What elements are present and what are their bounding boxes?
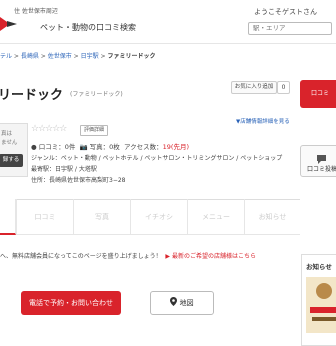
breadcrumb-item[interactable]: 日宇駅 xyxy=(81,53,99,60)
store-address: 住所：長崎県佐世保市高梨町3−28 xyxy=(31,177,126,184)
sidebar-news-title: お知らせ xyxy=(306,263,332,271)
store-title: リードック xyxy=(0,88,64,103)
tab-news[interactable]: お知らせ xyxy=(244,199,300,235)
map-button[interactable]: 地図 xyxy=(150,291,214,315)
tab-photos[interactable]: 写真 xyxy=(73,199,130,235)
header-divider xyxy=(0,43,336,44)
nearest-station: 最寄駅：日宇駅 / 大塔駅 xyxy=(31,166,97,173)
site-region: 住 佐世保市周辺 xyxy=(14,8,58,15)
store-genre: ジャンル：ペット・動物 / ペットホテル / ペットサロン・トリミングサロン /… xyxy=(31,155,283,162)
rating-stars: ☆☆☆☆☆ xyxy=(31,124,67,134)
photo-count[interactable]: 📷 写真：0枚 xyxy=(80,143,120,151)
post-review-button[interactable]: 口コミ投稿 xyxy=(300,145,336,177)
tab-reviews[interactable]: 口コミ xyxy=(16,199,73,235)
breadcrumb: テル > 長崎県 > 佐世保市 > 日宇駅 > ファミリードック xyxy=(0,53,156,60)
owner-notice: へ、無料店舗会員になってこのページを盛り上げましょう！ ▶ 最新のご希望の店舗様… xyxy=(0,251,256,260)
tab-top[interactable] xyxy=(0,199,16,235)
welcome-text: ようこそゲストさん xyxy=(254,8,317,16)
tab-recommend[interactable]: イチオシ xyxy=(130,199,187,235)
breadcrumb-item[interactable]: 長崎県 xyxy=(21,53,39,60)
tab-menu[interactable]: メニュー xyxy=(187,199,244,235)
notice-link[interactable]: ▶ 最新のご希望の店舗様はこちら xyxy=(165,253,256,260)
store-stats: ● 口コミ：0件 📷 写真：0枚 アクセス数：19(先月) xyxy=(31,141,189,151)
breadcrumb-item[interactable]: テル xyxy=(0,53,12,60)
rating-detail-button[interactable]: 評価詳細 xyxy=(80,125,108,136)
store-photo-placeholder: 真は ません 録する xyxy=(0,123,28,177)
site-logo-icon[interactable] xyxy=(0,15,17,32)
contact-phone-button[interactable]: 電話で予約・お問い合わせ xyxy=(21,291,121,315)
access-count: 19(先月) xyxy=(162,143,189,151)
site-name[interactable]: ペット・動物の口コミ検索 xyxy=(40,22,136,33)
favorite-count: 0 xyxy=(277,81,290,94)
area-search-input[interactable] xyxy=(248,22,332,35)
register-photo-button[interactable]: 録する xyxy=(0,154,23,167)
access-label: アクセス数： xyxy=(123,143,163,151)
store-reading: (ファミリードック) xyxy=(70,91,123,98)
side-red-button[interactable]: 口コミ xyxy=(300,80,336,108)
store-info-detail-link[interactable]: ▼店舗情報詳細を見る xyxy=(236,117,290,125)
notice-text: へ、無料店舗会員になってこのページを盛り上げましょう！ xyxy=(0,253,162,260)
map-button-label: 地図 xyxy=(179,299,194,307)
map-pin-icon xyxy=(170,297,179,307)
post-review-label: 口コミ投稿 xyxy=(307,166,336,173)
photo-placeholder-text: 真は ません xyxy=(1,131,18,146)
sidebar-news-box: お知らせ xyxy=(301,254,336,346)
review-count[interactable]: ● 口コミ：0件 xyxy=(31,143,75,151)
tabs-bottom-border xyxy=(16,234,300,235)
add-favorite-button[interactable]: お気に入り追加 xyxy=(231,81,277,94)
breadcrumb-item[interactable]: 佐世保市 xyxy=(48,53,72,60)
breadcrumb-current: ファミリードック xyxy=(107,53,156,60)
sidebar-banner-image[interactable] xyxy=(306,277,336,333)
